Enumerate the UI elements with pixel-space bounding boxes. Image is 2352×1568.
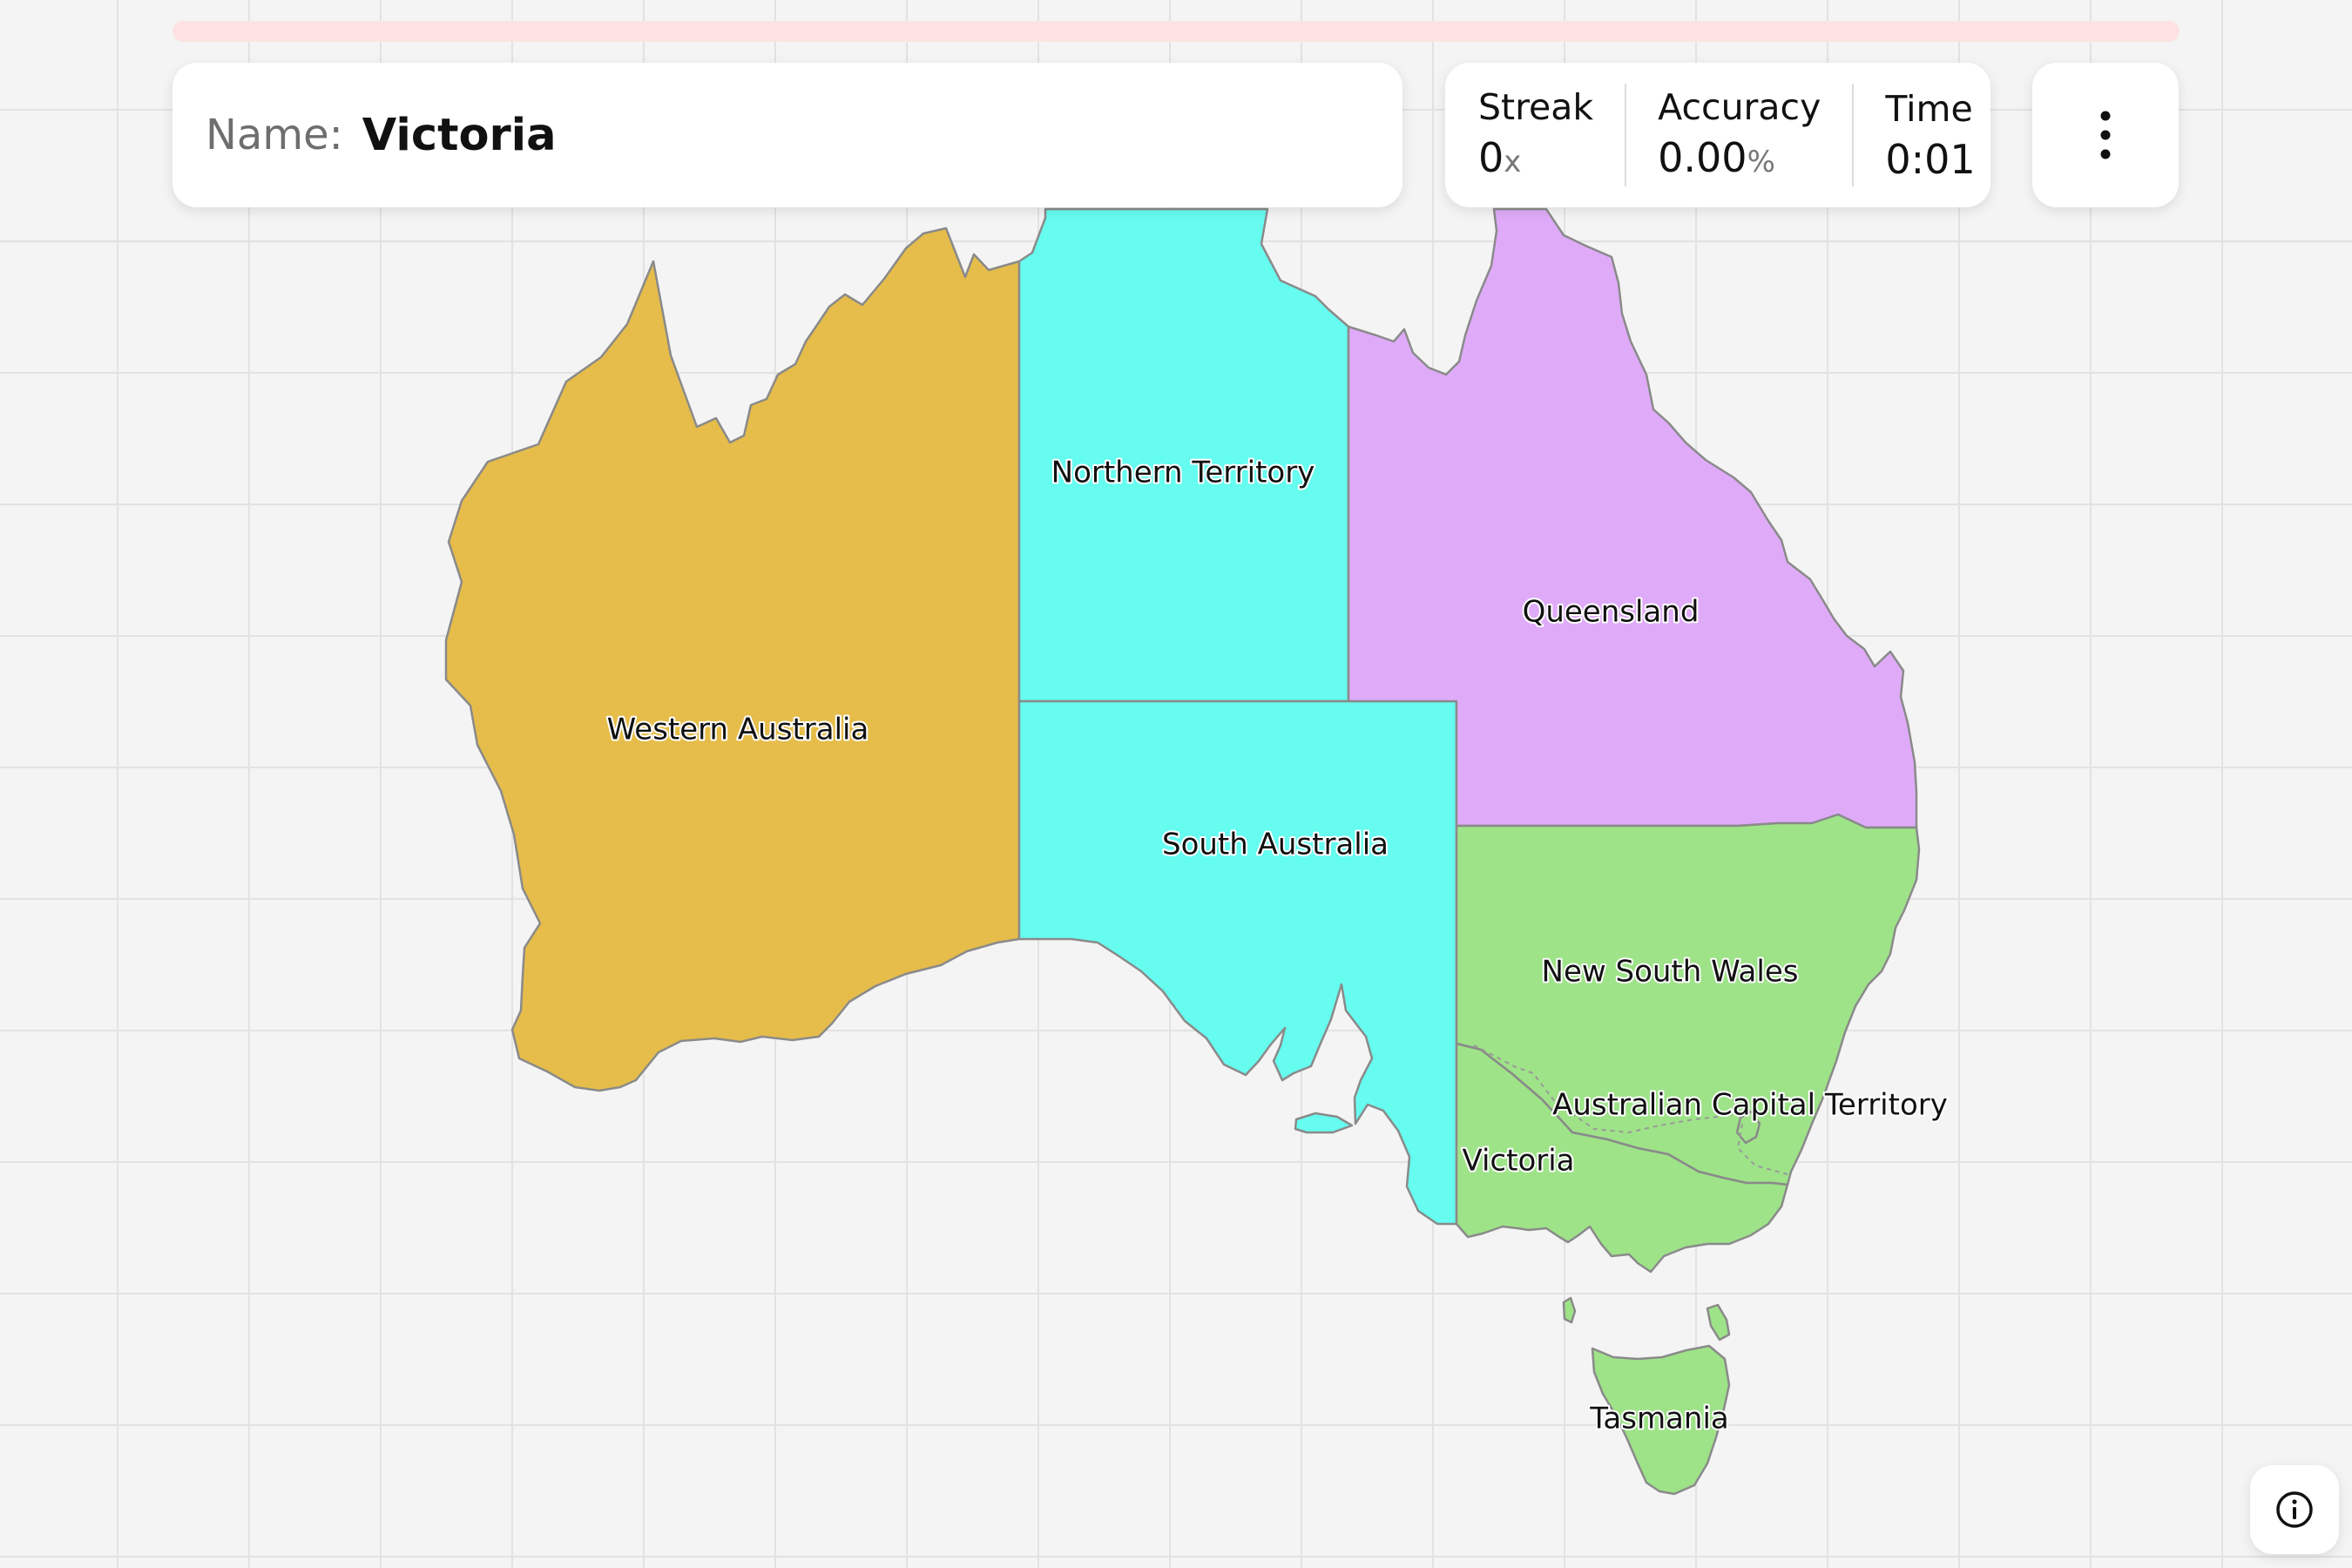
info-icon [2276,1491,2313,1528]
label-tasmania: Tasmania [1589,1402,1728,1436]
time-value: 0:01 [1885,136,1976,183]
region-south-australia[interactable] [1017,700,1458,1226]
stats-card: Streak 0x Accuracy 0.00% Time 0:01 [1445,63,1990,207]
label-western-australia: Western Australia [607,713,869,747]
label-new-south-wales: New South Wales [1542,955,1799,990]
more-options-button[interactable] [2032,63,2179,207]
target-name-card: Name: Victoria [172,63,1402,207]
label-northern-territory: Northern Territory [1051,456,1315,490]
streak-stat: Streak 0x [1445,84,1625,186]
accuracy-unit: % [1747,144,1775,179]
label-queensland: Queensland [1523,595,1700,630]
label-australian-capital-territory: Australian Capital Territory [1552,1088,1948,1123]
region-kangaroo-island[interactable] [1294,1112,1354,1134]
streak-unit: x [1504,144,1522,179]
name-label: Name: [206,111,343,159]
label-south-australia: South Australia [1162,828,1389,862]
accuracy-value: 0.00 [1658,133,1747,181]
target-name: Victoria [362,109,557,161]
accuracy-stat: Accuracy 0.00% [1625,84,1852,186]
label-victoria: Victoria [1462,1144,1574,1179]
region-western-australia[interactable] [444,226,1021,1092]
streak-value-row: 0x [1478,132,1593,188]
time-stat: Time 0:01 [1852,84,2006,186]
australia-map: Western Australia Northern Territory Sou… [444,207,1950,1496]
accuracy-value-row: 0.00% [1658,132,1821,188]
more-vertical-icon [2100,111,2111,159]
info-button[interactable] [2250,1465,2339,1554]
region-flinders-island[interactable] [1706,1303,1731,1342]
accuracy-label: Accuracy [1658,85,1821,128]
region-king-island[interactable] [1562,1296,1577,1324]
time-label: Time [1885,88,1973,130]
streak-label: Streak [1478,85,1594,128]
streak-value: 0 [1478,133,1504,181]
